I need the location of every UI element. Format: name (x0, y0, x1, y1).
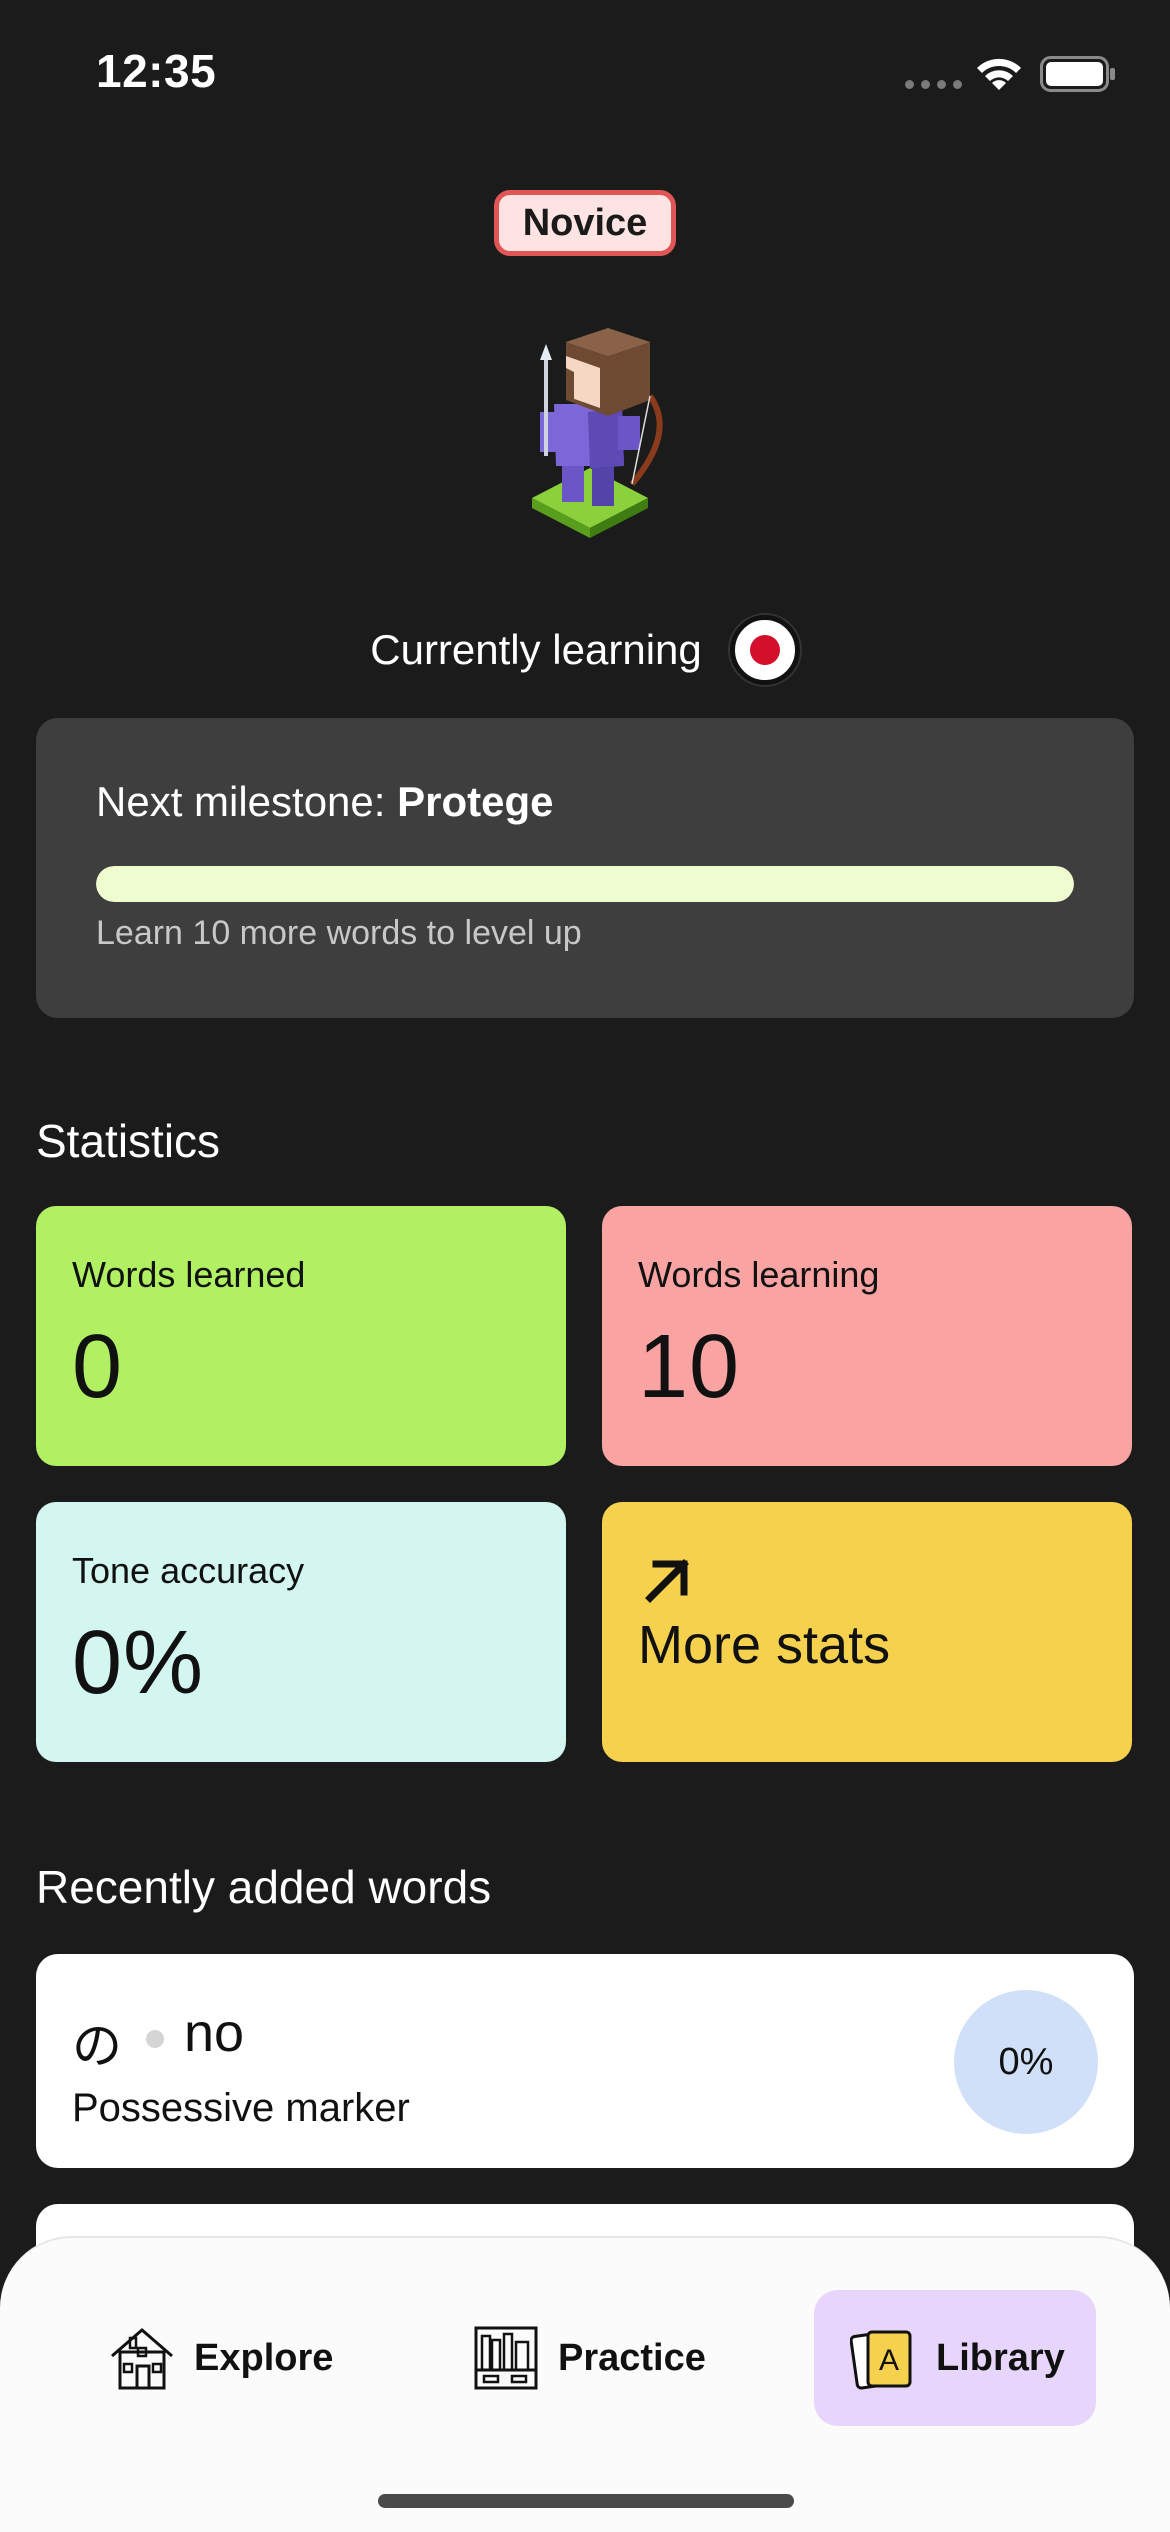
word-kana: の (72, 2017, 122, 2075)
home-indicator (378, 2494, 794, 2508)
cellular-signal-icon (905, 80, 962, 89)
nav-practice-label: Practice (558, 2336, 706, 2379)
milestone-prefix: Next milestone: (96, 778, 398, 825)
milestone-title: Next milestone: Protege (96, 778, 554, 826)
words-learned-tile[interactable]: Words learned 0 (36, 1206, 566, 1466)
word-meaning: Possessive marker (72, 2086, 410, 2130)
more-stats-button[interactable]: More stats (602, 1502, 1132, 1762)
currently-learning-row[interactable]: Currently learning (0, 610, 1170, 690)
word-card[interactable]: の no Possessive marker 0% (36, 1954, 1134, 2168)
nav-library[interactable]: A Library (814, 2290, 1096, 2426)
more-stats-label: More stats (638, 1615, 891, 1675)
words-learned-label: Words learned (72, 1254, 306, 1295)
milestone-card: Next milestone: Protege Learn 10 more wo… (36, 718, 1134, 1018)
words-learning-tile[interactable]: Words learning 10 (602, 1206, 1132, 1466)
bottom-navigation: Explore Practice A Library (0, 2236, 1170, 2532)
japan-flag-icon[interactable] (729, 615, 800, 685)
milestone-progress-fill (96, 866, 1074, 902)
milestone-hint: Learn 10 more words to level up (96, 914, 582, 952)
recent-words-heading: Recently added words (36, 1861, 492, 1913)
tone-accuracy-label: Tone accuracy (72, 1550, 305, 1591)
house-icon (111, 2328, 173, 2390)
separator-dot (146, 2030, 164, 2048)
status-time: 12:35 (96, 45, 217, 97)
status-bar: 12:35 (0, 0, 1170, 150)
word-romaji: no (184, 2003, 245, 2063)
archer-avatar (532, 328, 663, 538)
svg-text:A: A (879, 2344, 899, 2377)
statistics-heading: Statistics (36, 1115, 221, 1167)
word-progress-circle: 0% (954, 1990, 1098, 2134)
words-learning-label: Words learning (638, 1254, 880, 1295)
level-badge: Novice (494, 190, 676, 256)
milestone-progress-bar (96, 866, 1074, 902)
bookshelf-icon (474, 2326, 538, 2390)
currently-learning-label: Currently learning (370, 626, 702, 673)
nav-explore[interactable]: Explore (108, 2290, 368, 2426)
tone-accuracy-value: 0% (72, 1613, 205, 1713)
milestone-name: Protege (397, 778, 554, 825)
words-learned-value: 0 (72, 1317, 124, 1417)
nav-explore-label: Explore (194, 2336, 334, 2379)
flashcards-icon: A (850, 2330, 912, 2390)
arrow-up-right-icon (645, 1559, 689, 1603)
battery-icon (1040, 56, 1115, 92)
nav-library-label: Library (936, 2336, 1065, 2379)
nav-practice[interactable]: Practice (472, 2290, 732, 2426)
tone-accuracy-tile[interactable]: Tone accuracy 0% (36, 1502, 566, 1762)
wifi-icon (977, 58, 1021, 90)
words-learning-value: 10 (638, 1317, 741, 1417)
